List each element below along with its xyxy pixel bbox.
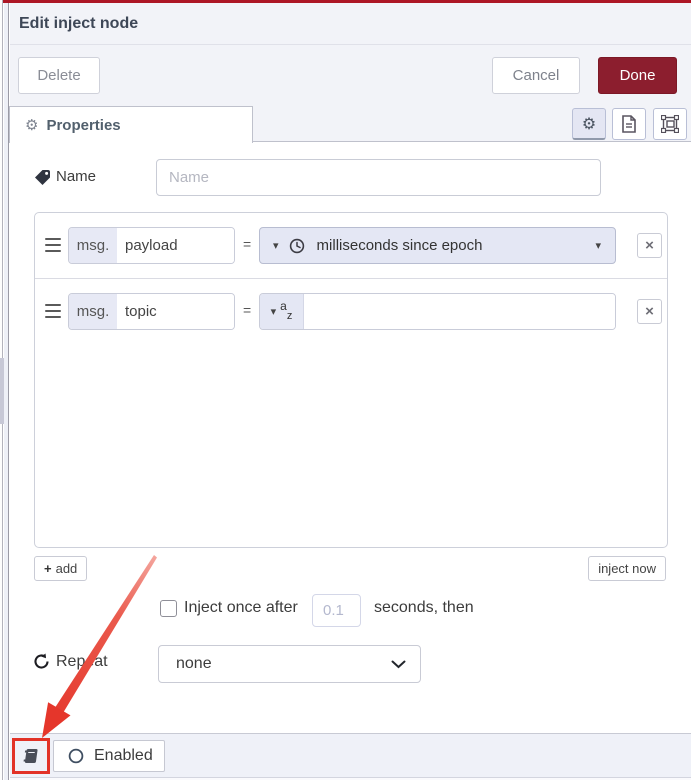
caret-down-icon: ▾	[273, 240, 279, 252]
add-prop-button[interactable]: + add	[34, 556, 88, 581]
msg-prefix-label: msg.	[69, 294, 117, 329]
selection-frame-icon	[661, 115, 679, 133]
inject-now-button[interactable]: inject now	[588, 556, 666, 581]
book-icon	[22, 747, 41, 765]
drag-handle-icon[interactable]	[45, 238, 61, 252]
cancel-button[interactable]: Cancel	[492, 57, 580, 94]
tab-properties-label: Properties	[46, 116, 121, 134]
enabled-toggle-button[interactable]: Enabled	[53, 740, 165, 772]
status-circle-icon	[68, 748, 84, 764]
dialog-toolbar: Delete Cancel Done	[10, 45, 691, 106]
gear-icon: ⚙	[25, 117, 39, 134]
inject-once-checkbox[interactable]	[160, 600, 177, 617]
left-scrollbar-thumb[interactable]	[0, 358, 4, 424]
seconds-then-label: seconds, then	[374, 599, 474, 616]
msg-prefix-label: msg.	[69, 228, 117, 263]
edit-inject-node-dialog: Edit inject node Delete Cancel Done ⚙ Pr…	[0, 0, 691, 780]
payload-key-group: msg.	[68, 227, 235, 264]
equals-sign: =	[243, 236, 252, 252]
repeat-label: Repeat	[56, 653, 108, 670]
name-label: Name	[56, 168, 97, 185]
repeat-icon	[33, 653, 50, 670]
inject-once-label: Inject once after	[184, 599, 298, 616]
repeat-select[interactable]: none	[158, 645, 421, 683]
chevron-down-icon	[391, 660, 406, 669]
caret-down-icon: ▾	[270, 306, 277, 318]
topic-key-input[interactable]	[117, 294, 234, 329]
topic-typed-input: ▾ az	[259, 293, 616, 330]
tag-icon	[34, 169, 51, 191]
node-help-button[interactable]	[15, 741, 47, 771]
payload-type-select[interactable]: ▾ milliseconds since epoch ▾	[259, 227, 616, 264]
done-button[interactable]: Done	[598, 57, 677, 94]
delete-button[interactable]: Delete	[18, 57, 100, 94]
plus-icon: +	[44, 561, 52, 576]
topic-value-input[interactable]	[304, 294, 615, 329]
drag-handle-icon[interactable]	[45, 304, 61, 318]
enabled-label: Enabled	[94, 747, 153, 764]
remove-row-button[interactable]: ×	[637, 299, 662, 324]
dialog-title: Edit inject node	[19, 14, 139, 32]
gear-icon: ⚙	[581, 115, 597, 133]
payload-type-value: milliseconds since epoch	[316, 237, 483, 254]
caret-down-icon: ▾	[595, 240, 601, 252]
topic-type-select[interactable]: ▾ az	[260, 294, 304, 329]
repeat-selected-value: none	[176, 655, 212, 672]
properties-editor-button[interactable]: ⚙	[572, 108, 606, 140]
tab-properties[interactable]: ⚙ Properties	[9, 106, 253, 143]
tab-underline	[253, 141, 691, 142]
payload-key-input[interactable]	[117, 228, 234, 263]
prop-row-topic: msg. = ▾ az ×	[35, 279, 667, 345]
prop-row-payload: msg. = ▾ milliseconds since epoch ▾ ×	[35, 213, 667, 279]
document-icon	[621, 115, 637, 133]
inject-once-seconds-input[interactable]	[312, 594, 361, 627]
timestamp-clock-icon	[289, 238, 305, 254]
name-input[interactable]	[156, 159, 601, 196]
equals-sign: =	[243, 302, 252, 318]
description-editor-button[interactable]	[612, 108, 646, 140]
appearance-editor-button[interactable]	[653, 108, 687, 140]
string-type-icon: az	[280, 299, 293, 322]
add-label: add	[55, 561, 78, 576]
remove-row-button[interactable]: ×	[637, 233, 662, 258]
props-list: msg. = ▾ milliseconds since epoch ▾ × ms…	[34, 212, 668, 548]
topic-key-group: msg.	[68, 293, 235, 330]
dialog-header: Edit inject node	[10, 3, 691, 45]
